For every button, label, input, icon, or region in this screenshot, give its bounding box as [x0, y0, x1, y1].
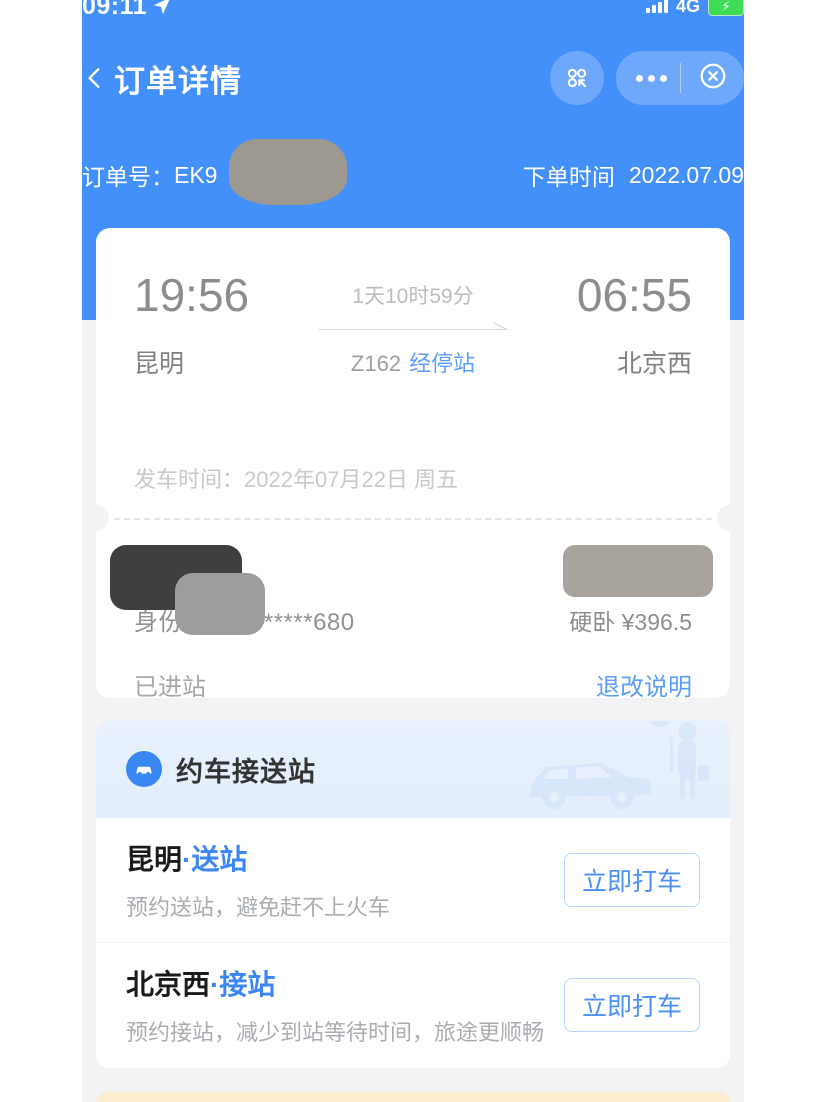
- train-number: Z162: [350, 351, 402, 376]
- taxi-card: 约车接送站 昆明·送站 预约送站，避免赶不上火车 立即打车 北京西·接站 预约接…: [96, 720, 730, 1068]
- status-bar-left: 09:11: [82, 0, 173, 21]
- page-title: 订单详情: [114, 63, 242, 99]
- taxi-dropoff-subtitle: 预约送站，避免赶不上火车: [126, 895, 391, 920]
- status-badge: 已进站: [134, 674, 206, 701]
- arrival-block: 06:55 北京西: [522, 272, 692, 380]
- taxi-pickup-station: 北京西: [126, 969, 211, 1000]
- arrival-station: 北京西: [616, 350, 692, 378]
- schedule-row: 19:56 昆明 1天10时59分 Z162 经停站 06:55 北京西: [96, 228, 730, 380]
- back-chevron-icon[interactable]: [82, 60, 108, 96]
- departure-block: 19:56 昆明: [134, 272, 304, 380]
- passenger-status-row: 已进站 退改说明: [134, 667, 692, 702]
- bottom-promo-card[interactable]: [96, 1092, 730, 1102]
- departure-station: 昆明: [134, 350, 185, 378]
- seat-price: 硬卧 ¥396.5: [569, 603, 692, 637]
- network-type-label: 4G: [675, 0, 700, 16]
- ticket-price: ¥396.5: [621, 608, 692, 635]
- car-circle-icon: [126, 751, 162, 787]
- departure-date-row: 发车时间： 2022年07月22日 周五: [96, 438, 730, 518]
- refund-policy-link[interactable]: 退改说明: [596, 667, 692, 702]
- redaction-seat: [563, 545, 713, 597]
- more-dots-icon[interactable]: [635, 74, 667, 82]
- taxi-dropoff-title: 昆明·送站: [126, 838, 564, 878]
- departure-date-label: 发车时间：: [134, 467, 245, 492]
- status-bar-right: 4G ⚡: [645, 0, 748, 17]
- capsule-more-close: [616, 51, 744, 105]
- status-bar: 09:11 4G ⚡: [82, 0, 748, 26]
- taxi-dropoff-station: 昆明: [126, 844, 183, 875]
- capsule-divider: [680, 63, 681, 93]
- call-taxi-button-pickup[interactable]: 立即打车: [564, 978, 700, 1032]
- redaction-order-number: [229, 139, 347, 205]
- order-number-label: 订单号：: [82, 164, 174, 190]
- departure-date-value: 2022年07月22日 周五: [244, 467, 459, 492]
- order-number-value: EK9: [174, 161, 218, 188]
- stops-link[interactable]: 经停站: [409, 351, 475, 376]
- taxi-header-title: 约车接送站: [176, 756, 316, 787]
- order-time-label: 下单时间: [522, 164, 615, 190]
- capsule-buttons: [550, 51, 744, 105]
- nav-bar: 订单详情: [82, 48, 744, 108]
- trip-middle: 1天10时59分 Z162 经停站: [304, 272, 522, 378]
- taxi-row-dropoff[interactable]: 昆明·送站 预约送站，避免赶不上火车 立即打车: [96, 818, 730, 942]
- taxi-pickup-title: 北京西·接站: [126, 963, 564, 1003]
- order-time-value: 2022.07.09: [628, 161, 744, 188]
- ticket-schedule: 19:56 昆明 1天10时59分 Z162 经停站 06:55 北京西: [96, 228, 730, 438]
- taxi-row-pickup-text: 北京西·接站 预约接站，减少到站等待时间，旅途更顺畅: [126, 963, 564, 1047]
- departure-time: 19:56: [134, 269, 250, 321]
- train-info: Z162 经停站: [304, 346, 522, 378]
- app-screen: 09:11 4G ⚡ 订单详情 订单号： EK9 下单时间 2022.07.09…: [0, 0, 826, 1102]
- taxi-pickup-kind: ·接站: [210, 969, 276, 1000]
- order-number: 订单号： EK9: [82, 158, 217, 192]
- close-circle-icon[interactable]: [698, 61, 728, 96]
- order-meta-row: 订单号： EK9 下单时间 2022.07.09: [82, 152, 744, 198]
- location-arrow-icon: [151, 0, 173, 17]
- taxi-row-pickup[interactable]: 北京西·接站 预约接站，减少到站等待时间，旅途更顺畅 立即打车: [96, 942, 730, 1067]
- battery-charging-icon: ⚡: [708, 0, 748, 16]
- call-taxi-button-dropoff[interactable]: 立即打车: [564, 853, 700, 907]
- seat-type: 硬卧: [569, 608, 616, 635]
- arrival-time: 06:55: [576, 269, 692, 321]
- miniprogram-menu-icon[interactable]: [550, 51, 604, 105]
- taxi-row-dropoff-text: 昆明·送站 预约送站，避免赶不上火车: [126, 838, 564, 922]
- trip-arrow-icon: [318, 322, 508, 336]
- signal-bars-icon: [645, 0, 668, 13]
- trip-duration: 1天10时59分: [352, 285, 474, 308]
- status-time: 09:11: [82, 0, 148, 20]
- order-time: 下单时间 2022.07.09: [523, 158, 744, 192]
- taxi-header: 约车接送站: [96, 720, 730, 818]
- taxi-dropoff-kind: ·送站: [182, 844, 248, 875]
- redaction-passenger-id: [175, 573, 265, 635]
- taxi-illustration: [510, 720, 710, 818]
- taxi-pickup-subtitle: 预约接站，减少到站等待时间，旅途更顺畅: [126, 1020, 545, 1045]
